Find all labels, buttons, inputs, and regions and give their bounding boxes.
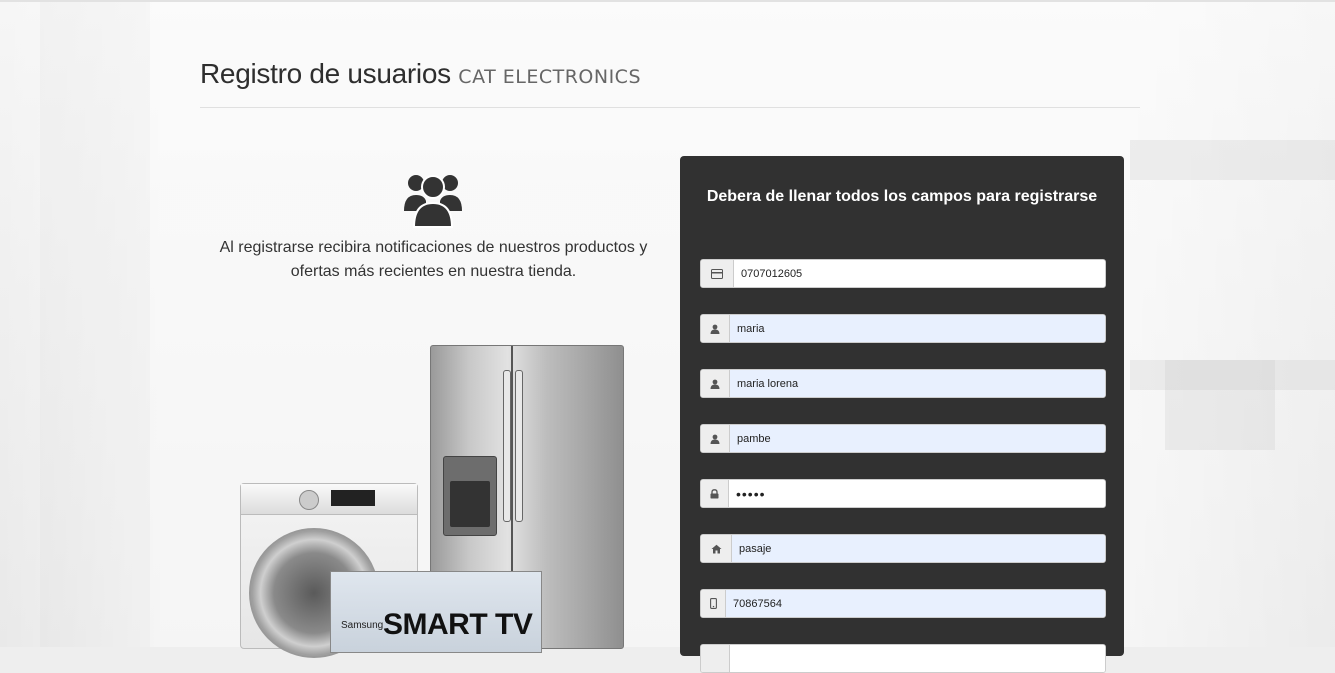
last-name-field-group — [700, 424, 1106, 453]
password-input[interactable] — [729, 480, 1105, 507]
address-input[interactable] — [732, 535, 1105, 562]
page-background — [0, 0, 1335, 647]
next-field-group — [700, 644, 1106, 673]
tv-logo-label: SMART TV — [383, 608, 533, 641]
user-icon — [701, 425, 730, 452]
top-border — [0, 0, 1335, 2]
users-icon — [402, 167, 464, 229]
id-card-icon — [701, 260, 734, 287]
intro-text: Al registrarse recibira notificaciones d… — [219, 239, 648, 280]
form-title: Debera de llenar todos los campos para r… — [706, 188, 1098, 205]
password-field-group — [700, 479, 1106, 508]
tv-brand-label: Samsung — [341, 620, 384, 631]
address-field-group — [700, 534, 1106, 563]
brand-name: CAT ELECTRONICS — [458, 66, 641, 88]
mobile-phone-icon — [701, 590, 726, 617]
page-title-text: Registro de usuarios — [200, 58, 451, 89]
middle-name-field-group — [700, 369, 1106, 398]
next-input[interactable] — [730, 645, 1105, 672]
appliances-image: Samsung SMART TV — [240, 345, 630, 658]
full-name-input[interactable] — [730, 370, 1105, 397]
phone-field-group — [700, 589, 1106, 618]
page-title: Registro de usuarios CAT ELECTRONICS — [200, 58, 641, 90]
user-icon — [701, 370, 730, 397]
id-number-input[interactable] — [734, 260, 1105, 287]
lock-icon — [701, 480, 729, 507]
id-number-field-group — [700, 259, 1106, 288]
title-divider — [200, 107, 1140, 108]
user-icon — [701, 315, 730, 342]
smart-tv-box-image: Samsung SMART TV — [330, 571, 542, 653]
last-name-input[interactable] — [730, 425, 1105, 452]
first-name-input[interactable] — [730, 315, 1105, 342]
phone-input[interactable] — [726, 590, 1105, 617]
first-name-field-group — [700, 314, 1106, 343]
registration-form-panel: Debera de llenar todos los campos para r… — [680, 156, 1124, 673]
field-icon — [701, 645, 730, 672]
home-icon — [701, 535, 732, 562]
